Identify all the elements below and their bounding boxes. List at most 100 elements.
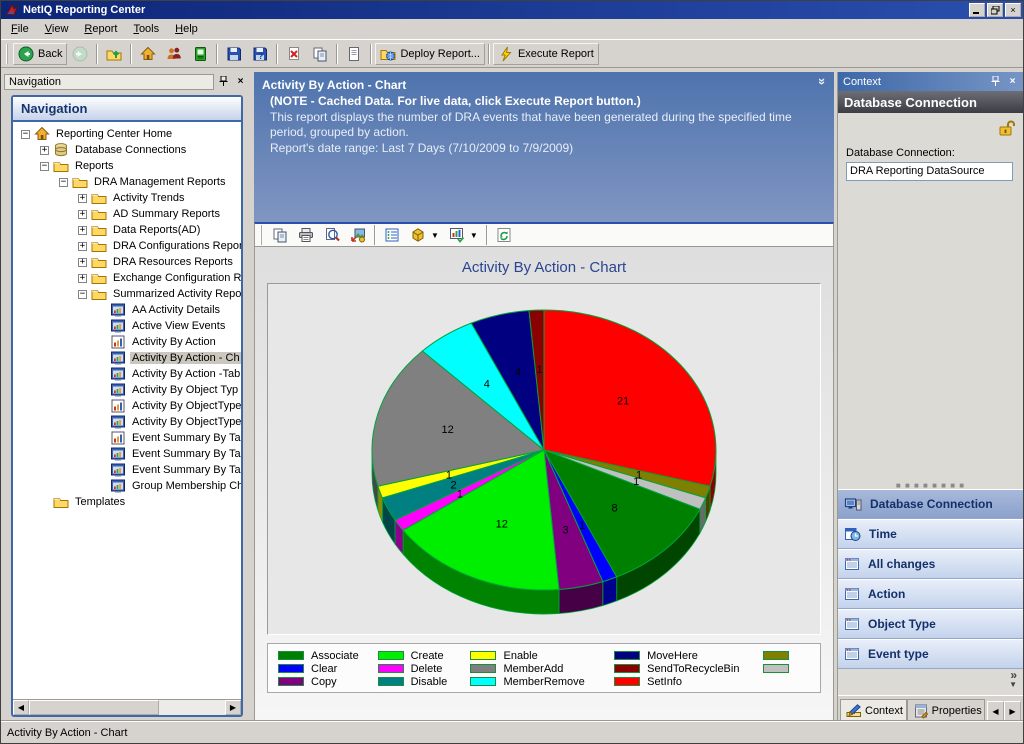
- tree-row[interactable]: − Reports: [13, 158, 241, 174]
- menu-report[interactable]: Report: [76, 20, 125, 38]
- tree-item-label[interactable]: Activity By ObjectType: [130, 400, 241, 412]
- tree-row[interactable]: Activity By Object Typ: [13, 382, 241, 398]
- tab-properties[interactable]: Properties: [907, 699, 985, 721]
- context-nav-all-changes[interactable]: All changes: [838, 549, 1023, 579]
- tree-row[interactable]: + DRA Resources Reports: [13, 254, 241, 270]
- menu-view[interactable]: View: [37, 20, 77, 38]
- scroll-left-icon[interactable]: ◀: [13, 700, 29, 715]
- close-icon[interactable]: ×: [233, 75, 248, 89]
- tree-item-label[interactable]: Event Summary By Tar: [130, 448, 241, 460]
- tree-row[interactable]: Activity By Action: [13, 334, 241, 350]
- tree-item-label[interactable]: Activity By Action -Tab: [130, 368, 241, 380]
- tree-row[interactable]: Active View Events: [13, 318, 241, 334]
- tree-expander[interactable]: +: [78, 226, 87, 235]
- tree-row[interactable]: Activity By Action - Ch: [13, 350, 241, 366]
- tree-item-label[interactable]: DRA Configurations Repor: [111, 240, 241, 252]
- tree-row[interactable]: + Database Connections: [13, 142, 241, 158]
- tree-item-label[interactable]: Activity By ObjectType: [130, 416, 241, 428]
- tree-row[interactable]: Activity By Action -Tab: [13, 366, 241, 382]
- tree-expander[interactable]: −: [59, 178, 68, 187]
- chart-3d-button[interactable]: ▼: [405, 224, 444, 246]
- tree-row[interactable]: Activity By ObjectType: [13, 398, 241, 414]
- close-button[interactable]: ×: [1005, 3, 1021, 17]
- tree-row[interactable]: Event Summary By Tar: [13, 446, 241, 462]
- tree-expander[interactable]: +: [78, 210, 87, 219]
- context-nav-time[interactable]: Time: [838, 519, 1023, 549]
- save-button[interactable]: [221, 43, 247, 65]
- close-icon[interactable]: ×: [1005, 75, 1020, 89]
- tree-row[interactable]: − DRA Management Reports: [13, 174, 241, 190]
- chart-preview-button[interactable]: [319, 224, 345, 246]
- deploy-report-button[interactable]: Deploy Report...: [375, 43, 484, 65]
- pin-icon[interactable]: [216, 75, 231, 89]
- tree-row[interactable]: + DRA Configurations Repor: [13, 238, 241, 254]
- tree-row[interactable]: +Activity Trends: [13, 190, 241, 206]
- tree-item-label[interactable]: Reports: [73, 160, 116, 172]
- copy-button[interactable]: [307, 43, 333, 65]
- tree-expander[interactable]: −: [78, 290, 87, 299]
- menu-tools[interactable]: Tools: [125, 20, 167, 38]
- tree-item-label[interactable]: Activity By Action - Ch: [130, 352, 241, 364]
- tree-item-label[interactable]: Exchange Configuration Re: [111, 272, 241, 284]
- tree-expander[interactable]: +: [78, 242, 87, 251]
- chart-toolbar-grip[interactable]: [260, 225, 264, 245]
- tree-expander[interactable]: −: [40, 162, 49, 171]
- minimize-button[interactable]: [969, 3, 985, 17]
- tree-row[interactable]: − Summarized Activity Repor: [13, 286, 241, 302]
- chart-export-button[interactable]: [345, 224, 371, 246]
- tree-row[interactable]: + AD Summary Reports: [13, 206, 241, 222]
- context-nav-event-type[interactable]: Event type: [838, 639, 1023, 669]
- tree-row[interactable]: Event Summary By Tar: [13, 462, 241, 478]
- context-nav-action[interactable]: Action: [838, 579, 1023, 609]
- save-help-button[interactable]: ?: [247, 43, 273, 65]
- document-button[interactable]: [341, 43, 367, 65]
- tree-item-label[interactable]: AA Activity Details: [130, 304, 222, 316]
- tree-row[interactable]: Group Membership Cha: [13, 478, 241, 494]
- tree-item-label[interactable]: AD Summary Reports: [111, 208, 222, 220]
- tree-row[interactable]: Templates: [13, 494, 241, 510]
- tree-row[interactable]: Event Summary By Tar: [13, 430, 241, 446]
- splitter-grip[interactable]: ■ ■ ■ ■ ■ ■ ■ ■: [838, 482, 1023, 489]
- tree-item-label[interactable]: Event Summary By Tar: [130, 464, 241, 476]
- tree-item-label[interactable]: Active View Events: [130, 320, 227, 332]
- tree-item-label[interactable]: Database Connections: [73, 144, 188, 156]
- navigation-hscrollbar[interactable]: ◀ ▶: [13, 699, 241, 715]
- tree-item-label[interactable]: Summarized Activity Repor: [111, 288, 241, 300]
- tree-item-label[interactable]: Data Reports(AD): [111, 224, 202, 236]
- tree-item-label[interactable]: Activity Trends: [111, 192, 187, 204]
- tree-item-label[interactable]: Group Membership Cha: [130, 480, 241, 492]
- tree-row[interactable]: AA Activity Details: [13, 302, 241, 318]
- tree-item-label[interactable]: Activity By Object Typ: [130, 384, 240, 396]
- users-button[interactable]: [161, 43, 187, 65]
- tree-expander[interactable]: +: [78, 274, 87, 283]
- restore-button[interactable]: [987, 3, 1003, 17]
- tree-item-label[interactable]: Activity By Action: [130, 336, 218, 348]
- notebook-button[interactable]: [187, 43, 213, 65]
- tree-expander[interactable]: +: [40, 146, 49, 155]
- overflow-caret-icon[interactable]: ▼: [1009, 681, 1017, 689]
- menu-help[interactable]: Help: [167, 20, 206, 38]
- tree-item-label[interactable]: DRA Resources Reports: [111, 256, 235, 268]
- tree-item-label[interactable]: Reporting Center Home: [54, 128, 174, 140]
- tree-row[interactable]: + Exchange Configuration Re: [13, 270, 241, 286]
- folder-up-button[interactable]: [101, 43, 127, 65]
- chart-copy-button[interactable]: [267, 224, 293, 246]
- tree-row[interactable]: Activity By ObjectType: [13, 414, 241, 430]
- tree-item-label[interactable]: Event Summary By Tar: [130, 432, 241, 444]
- db-connection-field[interactable]: DRA Reporting DataSource: [846, 162, 1013, 181]
- scroll-right-icon[interactable]: ▶: [225, 700, 241, 715]
- context-nav-object-type[interactable]: Object Type: [838, 609, 1023, 639]
- context-nav-database-connection[interactable]: Database Connection: [838, 489, 1023, 519]
- back-button[interactable]: Back: [13, 43, 67, 65]
- delete-button[interactable]: [281, 43, 307, 65]
- tree-item-label[interactable]: DRA Management Reports: [92, 176, 227, 188]
- tree-expander[interactable]: −: [21, 130, 30, 139]
- scroll-thumb[interactable]: [29, 700, 159, 715]
- chart-legend-toggle-button[interactable]: [379, 224, 405, 246]
- tree-expander[interactable]: +: [78, 258, 87, 267]
- execute-report-button[interactable]: Execute Report: [493, 43, 599, 65]
- tree-row[interactable]: + Data Reports(AD): [13, 222, 241, 238]
- toolbar-grip[interactable]: [6, 44, 10, 64]
- forward-button[interactable]: [67, 43, 93, 65]
- collapse-chevron-icon[interactable]: »: [815, 78, 830, 85]
